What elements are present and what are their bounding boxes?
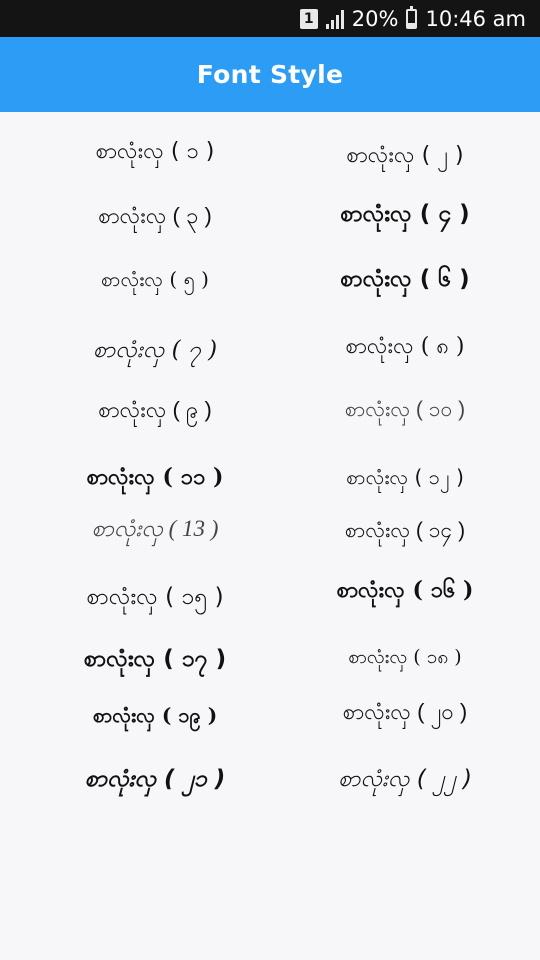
- sim-icon: 1: [299, 8, 318, 29]
- battery-icon: [406, 5, 418, 29]
- font-option-2[interactable]: စာလုံးလှ ( ၂ ): [290, 140, 520, 173]
- font-option-15[interactable]: စာလုံးလှ ( ၁၅ ): [40, 582, 270, 616]
- battery-level: [408, 23, 416, 27]
- battery-percent: 20%: [351, 6, 399, 31]
- font-option-12[interactable]: စာလုံးလှ ( ၁၂ ): [290, 464, 520, 494]
- font-option-14[interactable]: စာလုံးလှ ( ၁၄ ): [290, 517, 520, 548]
- font-option-13[interactable]: စာလုံးလှ ( 13 ): [40, 514, 270, 548]
- font-option-10[interactable]: စာလုံးလှ ( ၁၀ ): [290, 396, 520, 427]
- font-option-9[interactable]: စာလုံးလှ ( ၉ ): [40, 395, 270, 428]
- page-title: Font Style: [196, 60, 344, 89]
- font-option-5[interactable]: စာလုံးလှ ( ၅ ): [40, 266, 270, 296]
- font-option-4[interactable]: စာလုံးလှ ( ၄ ): [290, 199, 520, 233]
- font-option-18[interactable]: စာလုံးလှ ( ၁၈ ): [290, 645, 520, 673]
- font-option-20[interactable]: စာလုံးလှ ( ၂၀ ): [290, 697, 520, 730]
- font-option-1[interactable]: စာလုံးလှ ( ၁ ): [40, 136, 270, 169]
- font-option-7[interactable]: စာလုံးလှ ( ၇ ): [40, 335, 270, 369]
- font-option-16[interactable]: စာလုံးလှ ( ၁၆ ): [290, 575, 520, 608]
- font-option-11[interactable]: စာလုံးလှ ( ၁၁ ): [40, 462, 270, 495]
- font-option-6[interactable]: စာလုံးလှ ( ၆ ): [290, 264, 520, 298]
- font-option-8[interactable]: စာလုံးလှ ( ၈ ): [290, 331, 520, 364]
- signal-icon: [325, 9, 344, 29]
- font-option-22[interactable]: စာလုံးလှ ( ၂၂ ): [290, 764, 520, 798]
- clock: 10:46 am: [425, 6, 526, 31]
- font-option-3[interactable]: စာလုံးလှ ( ၃ ): [40, 201, 270, 234]
- app-bar: Font Style: [0, 37, 540, 112]
- font-option-17[interactable]: စာလုံးလှ ( ၁၇ ): [40, 644, 270, 678]
- status-bar: 1 20% 10:46 am: [0, 0, 540, 37]
- font-option-21[interactable]: စာလုံးလှ ( ၂၁ ): [40, 764, 270, 798]
- font-option-19[interactable]: စာလုံးလှ ( ၁၉ ): [40, 702, 270, 732]
